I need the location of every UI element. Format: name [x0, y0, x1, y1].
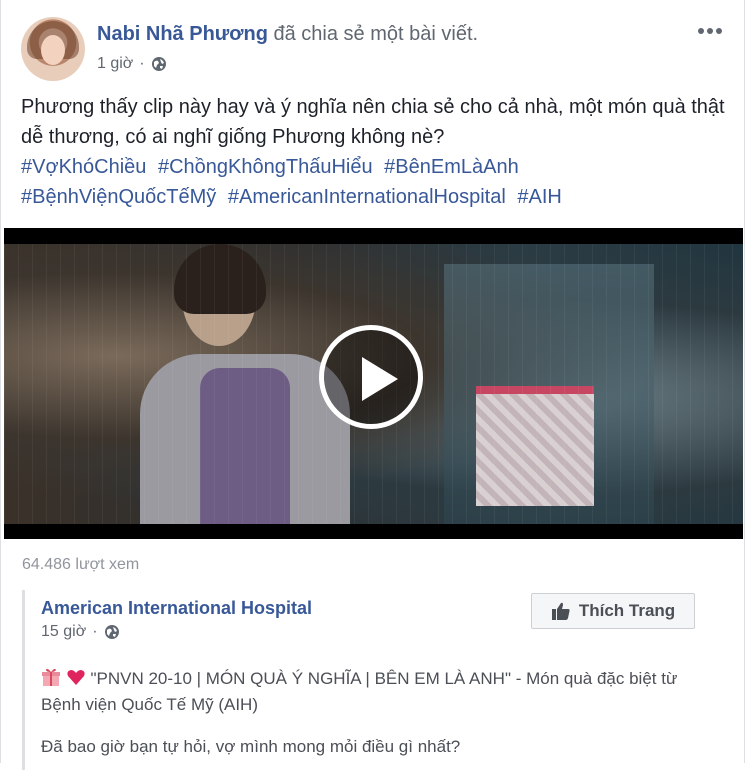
post-message-text: Phương thấy clip này hay và ý nghĩa nên …: [21, 96, 725, 148]
page-name-link[interactable]: American International Hospital: [41, 598, 312, 619]
hashtag-link[interactable]: #ChồngKhôngThấuHiểu: [158, 156, 373, 178]
post-message: Phương thấy clip này hay và ý nghĩa nên …: [21, 92, 726, 212]
hashtag-link[interactable]: #BênEmLàAnh: [384, 156, 519, 178]
like-page-label: Thích Trang: [578, 601, 676, 620]
author-name-link[interactable]: Nabi Nhã Phương: [97, 23, 268, 45]
globe-icon[interactable]: [151, 56, 167, 72]
dot-icon: [698, 28, 704, 34]
video-player[interactable]: [4, 228, 743, 539]
globe-icon[interactable]: [104, 624, 120, 640]
dot-icon: [707, 28, 713, 34]
feed-post: Nabi Nhã Phương đã chia sẻ một bài viết.…: [0, 0, 745, 770]
hashtag-list: #VợKhóChiều #ChồngKhôngThấuHiểu #BênEmLà…: [21, 152, 726, 212]
hashtag-link[interactable]: #AIH: [517, 186, 561, 208]
hashtag-link[interactable]: #AmericanInternationalHospital: [228, 186, 506, 208]
post-header: Nabi Nhã Phương đã chia sẻ một bài viết.…: [21, 17, 726, 81]
thumbs-up-icon: [551, 602, 570, 620]
author-avatar[interactable]: [21, 17, 85, 81]
shared-post: American International Hospital 15 giờ ·…: [22, 590, 729, 770]
more-options-button[interactable]: [694, 19, 726, 43]
shared-post-caption: "PNVN 20-10 | MÓN QUÀ Ý NGHĨA | BÊN EM L…: [41, 669, 678, 714]
hashtag-link[interactable]: #VợKhóChiều: [21, 156, 146, 178]
author-line: Nabi Nhã Phương đã chia sẻ một bài viết.: [97, 23, 478, 45]
meta-separator: ·: [92, 623, 98, 640]
heart-emoji: [67, 670, 85, 685]
play-button[interactable]: [319, 325, 423, 429]
post-meta: 1 giờ ·: [97, 55, 167, 73]
gift-emoji: [42, 668, 60, 686]
meta-separator: ·: [139, 55, 145, 72]
shared-post-question: Đã bao giờ bạn tự hỏi, vợ mình mong mỏi …: [41, 737, 461, 756]
view-count: 64.486 lượt xem: [22, 556, 140, 573]
hashtag-link[interactable]: #BệnhViệnQuốcTếMỹ: [21, 186, 216, 208]
shared-post-text: "PNVN 20-10 | MÓN QUÀ Ý NGHĨA | BÊN EM L…: [41, 666, 701, 718]
shared-post-timestamp[interactable]: 15 giờ: [41, 623, 86, 641]
dot-icon: [716, 28, 722, 34]
like-page-button[interactable]: Thích Trang: [531, 593, 695, 629]
post-timestamp[interactable]: 1 giờ: [97, 55, 133, 73]
play-icon: [362, 357, 398, 401]
author-action-text: đã chia sẻ một bài viết.: [273, 23, 479, 45]
shared-post-meta: 15 giờ ·: [41, 623, 120, 641]
